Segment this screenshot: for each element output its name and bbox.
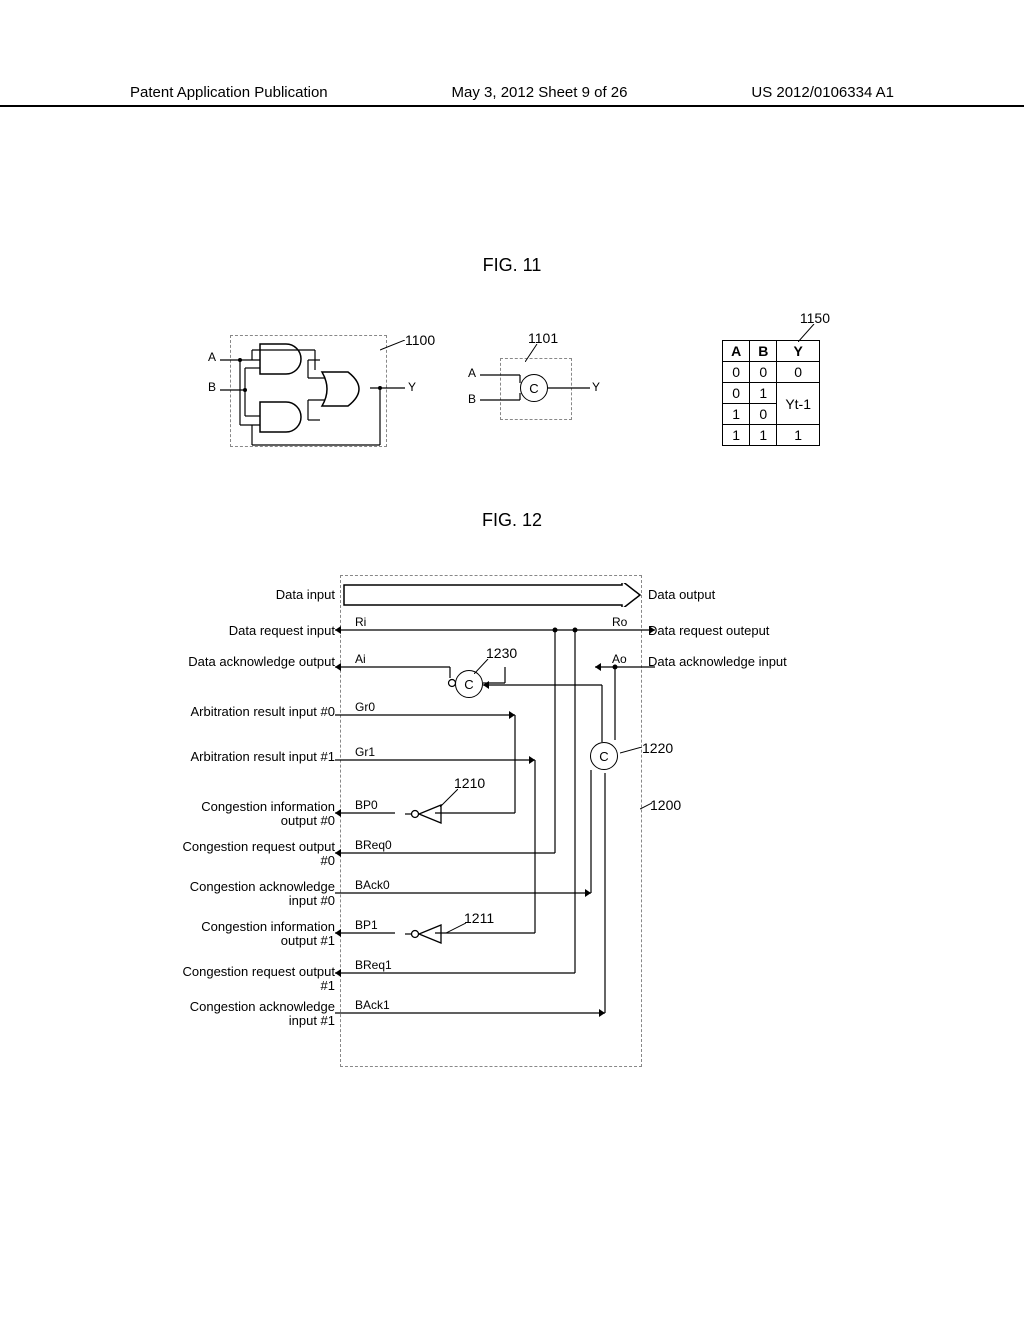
fig11-input-b: B: [208, 380, 216, 394]
label-cong-ack-0: Congestion acknowledge input #0: [180, 880, 335, 909]
fig11-c-input-a: A: [468, 366, 476, 380]
label-arb-result-0: Arbitration result input #0: [180, 705, 335, 719]
ref-1211-leader: [446, 923, 466, 933]
label-data-request-output: Data request outeput: [648, 623, 769, 638]
ref-1210: 1210: [454, 775, 485, 791]
fig12-title: FIG. 12: [482, 510, 542, 531]
th-a: A: [723, 341, 750, 362]
fig11-content: A B Y 1100 C A B Y 1101 A B Y 0: [220, 300, 800, 460]
ref-1211: 1211: [464, 910, 494, 926]
ref-1200: 1200: [650, 797, 681, 813]
header-left: Patent Application Publication: [130, 84, 328, 101]
ref-1230-leader: [474, 659, 489, 674]
label-cong-ack-1: Congestion acknowledge input #1: [180, 1000, 335, 1029]
truth-table-1150: A B Y 0 0 0 0 1 Yt-1 1 0 1 1 1: [722, 340, 820, 446]
ref-1150-leader: [798, 324, 818, 342]
ref-1230: 1230: [486, 645, 517, 661]
fig11-title: FIG. 11: [483, 255, 542, 276]
ref-1100: 1100: [405, 332, 435, 348]
fig11-c-input-b: B: [468, 392, 476, 406]
sig-gr1: Gr1: [355, 745, 375, 759]
ref-1210-leader: [440, 789, 458, 807]
th-b: B: [750, 341, 777, 362]
ref-1100-leader: [380, 340, 405, 352]
ref-1220: 1220: [642, 740, 673, 756]
th-y: Y: [777, 341, 820, 362]
sig-bp1: BP1: [355, 918, 378, 932]
label-data-input: Data input: [180, 587, 335, 602]
label-cong-info-0: Congestion information output #0: [180, 800, 335, 829]
sig-ri: Ri: [355, 615, 366, 629]
inverter-1210: [405, 803, 445, 825]
page-header: Patent Application Publication May 3, 20…: [0, 84, 1024, 107]
label-data-ack-output: Data acknowledge output: [180, 655, 335, 669]
left-label-arrows: [335, 575, 347, 1070]
sig-breq1: BReq1: [355, 958, 392, 972]
c-1220-wires: [480, 665, 630, 785]
fig11-output-y: Y: [408, 380, 416, 394]
label-data-ack-input: Data acknowledge input: [648, 655, 787, 669]
sig-ro: Ro: [612, 615, 627, 629]
fig12-content: Data input Data request input Data ackno…: [180, 575, 800, 1070]
label-data-request-input: Data request input: [180, 623, 335, 638]
sig-bp0: BP0: [355, 798, 378, 812]
inverter-1211: [405, 923, 445, 945]
sig-breq0: BReq0: [355, 838, 392, 852]
wires-1101: [480, 355, 600, 425]
ref-1200-leader: [640, 803, 652, 811]
sig-ai: Ai: [355, 652, 366, 666]
sig-back1: BAck1: [355, 998, 390, 1012]
label-arb-result-1: Arbitration result input #1: [180, 750, 335, 764]
fig11-input-a: A: [208, 350, 216, 364]
sig-ao: Ao: [612, 652, 627, 666]
header-right: US 2012/0106334 A1: [751, 84, 894, 101]
label-cong-req-1: Congestion request output #1: [180, 965, 335, 994]
label-cong-info-1: Congestion information output #1: [180, 920, 335, 949]
ref-1101-leader: [525, 344, 540, 362]
ref-1220-leader: [620, 747, 642, 755]
fig11-c-output-y: Y: [592, 380, 600, 394]
sig-back0: BAck0: [355, 878, 390, 892]
label-cong-req-0: Congestion request output #0: [180, 840, 335, 869]
sig-gr0: Gr0: [355, 700, 375, 714]
header-center: May 3, 2012 Sheet 9 of 26: [452, 84, 628, 101]
